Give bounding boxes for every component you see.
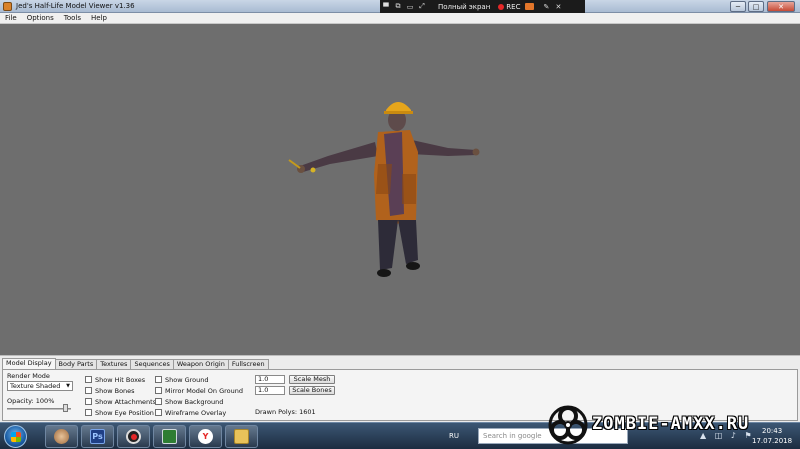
checkbox-label: Show Hit Boxes [95,375,146,384]
menu-bar: File Options Tools Help [0,13,800,24]
checkbox-box[interactable] [85,398,92,405]
maximize-button[interactable]: □ [748,1,764,12]
record-icon[interactable] [498,3,505,10]
checkbox-label: Show Ground [165,375,209,384]
opacity-slider[interactable] [7,408,71,410]
fullscreen-label[interactable]: Полный экран [438,3,490,11]
model-viewport[interactable] [0,24,800,355]
chevron-down-icon: ▼ [66,383,70,389]
rec-label[interactable]: REC [506,3,520,11]
taskbar-yandex-browser[interactable]: Y [189,425,222,448]
drawn-polys-label: Drawn Polys: 1601 [255,408,316,416]
show-hit-boxes-checkbox[interactable]: Show Hit Boxes [85,375,145,384]
close-button[interactable]: ✕ [767,1,795,12]
screen-recorder-bar: ▀ ⧉ ▭ ⤢ Полный экран REC ✎ ✕ [380,0,585,13]
tab-sequences[interactable]: Sequences [130,359,174,369]
record-app-icon [126,429,141,444]
checkbox-box[interactable] [155,398,162,405]
watermark: ZOMBIE-AMXX.RU [546,404,800,446]
window-icon[interactable]: ⧉ [392,2,404,11]
checkbox-label: Mirror Model On Ground [165,386,244,395]
biohazard-icon [548,405,588,445]
checkbox-box[interactable] [85,376,92,383]
checkbox-box[interactable] [155,387,162,394]
show-eye-position-checkbox[interactable]: Show Eye Position [85,408,154,417]
menu-file[interactable]: File [0,14,22,22]
checkbox-label: Show Background [165,397,224,406]
zombie-model [288,102,480,277]
checkbox-box[interactable] [85,409,92,416]
taskbar-user-app[interactable] [45,425,78,448]
scale-mesh-input[interactable]: 1.0 [255,375,285,384]
yandex-browser-icon: Y [198,429,213,444]
restore-icon[interactable]: ▭ [404,3,416,11]
language-indicator[interactable]: RU [449,432,459,440]
checkbox-label: Show Eye Position [95,408,154,417]
show-attachments-checkbox[interactable]: Show Attachments [85,397,156,406]
tab-model-display[interactable]: Model Display [2,358,56,369]
menu-options[interactable]: Options [22,14,59,22]
user-avatar-icon [54,429,69,444]
windows-logo-icon [11,432,21,442]
show-bones-checkbox[interactable]: Show Bones [85,386,135,395]
recorder-close-icon[interactable]: ✕ [552,3,564,11]
scale-bones-button[interactable]: Scale Bones [289,386,335,395]
mirror-model-checkbox[interactable]: Mirror Model On Ground [155,386,243,395]
show-background-checkbox[interactable]: Show Background [155,397,223,406]
render-mode-value: Texture Shaded [10,382,61,390]
menu-tools[interactable]: Tools [59,14,86,22]
taskbar-photoshop[interactable]: Ps [81,425,114,448]
checkbox-box[interactable] [85,387,92,394]
tab-fullscreen[interactable]: Fullscreen [227,359,269,369]
opacity-label: Opacity: 100% [7,397,55,405]
scale-bones-input[interactable]: 1.0 [255,386,285,395]
dock-icon[interactable]: ▀ [380,3,392,11]
checkbox-label: Show Attachments [95,397,157,406]
tab-bar: Model Display Body Parts Textures Sequen… [2,358,269,369]
tab-weapon-origin[interactable]: Weapon Origin [172,359,229,369]
tab-textures[interactable]: Textures [96,359,132,369]
app-icon [3,2,12,11]
monitor-icon [162,429,177,444]
checkbox-label: Wireframe Overlay [165,408,227,417]
minimize-button[interactable]: ─ [730,1,746,12]
menu-help[interactable]: Help [86,14,112,22]
opacity-slider-thumb[interactable] [63,404,68,412]
start-button[interactable] [4,425,27,448]
checkbox-box[interactable] [155,376,162,383]
checkbox-label: Show Bones [95,386,135,395]
folder-icon [234,429,249,444]
render-mode-label: Render Mode [7,372,50,380]
camera-icon[interactable] [525,3,535,10]
fullscreen-icon[interactable]: ⤢ [416,2,428,11]
render-mode-select[interactable]: Texture Shaded ▼ [7,381,73,391]
pen-icon[interactable]: ✎ [540,3,552,11]
red-dot-icon [130,433,137,440]
show-ground-checkbox[interactable]: Show Ground [155,375,209,384]
taskbar-monitor[interactable] [153,425,186,448]
scale-mesh-button[interactable]: Scale Mesh [289,375,335,384]
wireframe-overlay-checkbox[interactable]: Wireframe Overlay [155,408,226,417]
checkbox-box[interactable] [155,409,162,416]
taskbar-recorder[interactable] [117,425,150,448]
photoshop-icon: Ps [90,429,105,444]
taskbar-file-explorer[interactable] [225,425,258,448]
window-title: Jed's Half-Life Model Viewer v1.36 [16,2,135,10]
tab-body-parts[interactable]: Body Parts [54,359,98,369]
watermark-text: ZOMBIE-AMXX.RU [592,414,750,434]
